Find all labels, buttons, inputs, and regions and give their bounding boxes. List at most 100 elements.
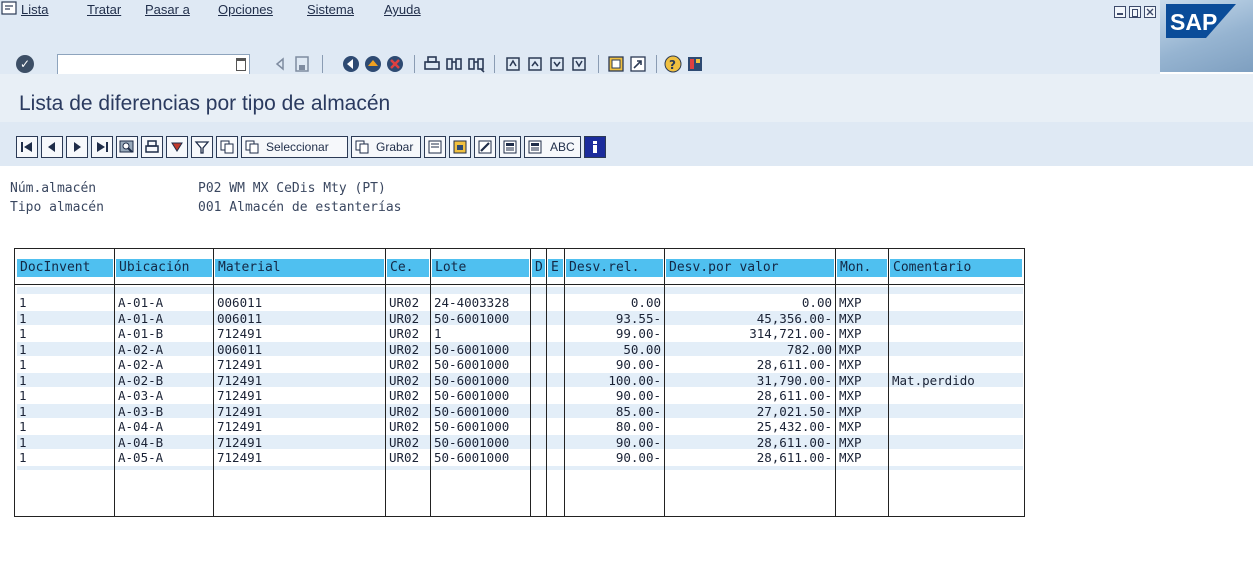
column-divider	[530, 249, 531, 516]
find-next-icon[interactable]	[467, 55, 485, 73]
row-spacer	[17, 465, 1023, 470]
close-icon[interactable]	[1144, 6, 1156, 18]
col-material-cell: 712491	[217, 419, 263, 434]
col-desv-rel-header[interactable]: Desv.rel.	[566, 259, 663, 277]
col-centro-header[interactable]: Ce.	[387, 259, 429, 277]
toolbar-separator	[494, 55, 495, 73]
col-centro-cell: UR02	[389, 403, 420, 419]
col-docinvent-cell[interactable]: 1	[19, 327, 111, 341]
last-page-button[interactable]	[91, 136, 113, 158]
filter-button[interactable]	[191, 136, 213, 158]
details-button[interactable]	[116, 136, 138, 158]
previous-page-icon[interactable]	[526, 55, 544, 73]
col-comentario-cell	[892, 312, 1020, 326]
menu-bar: Lista Tratar Pasar a Opciones Sistema Ay…	[0, 0, 1253, 20]
menu-item-ayuda[interactable]: Ayuda	[384, 2, 421, 17]
menu-icon[interactable]	[1, 1, 17, 15]
col-desv-rel-cell: 90.00-	[615, 357, 661, 372]
col-docinvent-cell[interactable]: 1	[19, 296, 111, 310]
menu-item-lista[interactable]: Lista	[21, 2, 48, 17]
col-comentario-header[interactable]: Comentario	[890, 259, 1022, 277]
col-comentario-cell	[892, 358, 1020, 372]
col-comentario-cell	[892, 296, 1020, 310]
back-icon[interactable]	[342, 55, 360, 73]
col-docinvent-header[interactable]: DocInvent	[17, 259, 113, 277]
col-d-cell	[534, 374, 543, 388]
col-centro-cell: UR02	[389, 357, 420, 372]
col-docinvent-cell[interactable]: 1	[19, 358, 111, 372]
information-button[interactable]	[584, 136, 606, 158]
col-d-cell	[534, 405, 543, 419]
export-button[interactable]	[424, 136, 446, 158]
col-docinvent-cell[interactable]: 1	[19, 389, 111, 403]
col-moneda-header[interactable]: Mon.	[837, 259, 887, 277]
enter-button[interactable]: ✓	[16, 55, 34, 73]
help-icon[interactable]: ?	[664, 55, 682, 73]
command-history-icon[interactable]	[236, 58, 246, 71]
col-docinvent-cell[interactable]: 1	[19, 435, 111, 450]
col-ubicacion-header[interactable]: Ubicación	[116, 259, 212, 277]
sort-ascending-button[interactable]	[166, 136, 188, 158]
column-divider	[430, 249, 431, 516]
col-comentario-cell	[892, 389, 1020, 403]
restore-icon[interactable]	[1129, 6, 1141, 18]
col-comentario-cell	[892, 343, 1020, 357]
col-desv-por-valor-cell: 782.00	[786, 341, 832, 357]
menu-item-sistema[interactable]: Sistema	[307, 2, 354, 17]
abc-analysis-button[interactable]: ABC	[524, 136, 581, 158]
col-d-header[interactable]: D	[532, 259, 545, 277]
grabar-button[interactable]: Grabar	[351, 136, 421, 158]
cancel-icon[interactable]	[386, 55, 404, 73]
col-docinvent-cell[interactable]: 1	[19, 373, 111, 388]
col-d-cell	[534, 327, 543, 341]
command-field[interactable]	[57, 54, 250, 76]
find-icon[interactable]	[445, 55, 463, 73]
col-centro-cell: UR02	[389, 419, 420, 434]
col-e-header[interactable]: E	[548, 259, 563, 277]
col-desv-por-valor-header[interactable]: Desv.por valor	[666, 259, 834, 277]
select-icon	[245, 140, 259, 154]
last-page-icon[interactable]	[570, 55, 588, 73]
minimize-icon[interactable]	[1114, 6, 1126, 18]
sap-logo: SAP	[1166, 4, 1236, 38]
change-layout-button[interactable]	[474, 136, 496, 158]
toolbar-separator	[656, 55, 657, 73]
previous-page-button[interactable]	[41, 136, 63, 158]
col-docinvent-cell[interactable]: 1	[19, 311, 111, 326]
col-lote-cell: 1	[434, 326, 442, 341]
col-docinvent-cell[interactable]: 1	[19, 420, 111, 434]
total-button[interactable]	[216, 136, 238, 158]
col-desv-rel-cell: 90.00-	[615, 388, 661, 403]
shortcut-icon[interactable]	[629, 55, 647, 73]
menu-item-pasar-a[interactable]: Pasar a	[145, 2, 190, 17]
create-session-icon[interactable]	[607, 55, 625, 73]
col-moneda-cell: MXP	[839, 341, 862, 357]
save-icon[interactable]	[293, 55, 311, 73]
grid-button[interactable]	[499, 136, 521, 158]
col-centro-cell: UR02	[389, 341, 420, 357]
next-page-button[interactable]	[66, 136, 88, 158]
print-icon[interactable]	[423, 55, 441, 73]
exit-icon[interactable]	[364, 55, 382, 73]
first-page-icon[interactable]	[504, 55, 522, 73]
col-material-header[interactable]: Material	[215, 259, 384, 277]
print-button[interactable]	[141, 136, 163, 158]
warehouse-value: P02 WM MX CeDis Mty (PT)	[198, 181, 386, 196]
col-desv-por-valor-cell: 28,611.00-	[756, 450, 832, 465]
col-lote-cell: 50-6001000	[434, 403, 510, 419]
col-desv-por-valor-cell: 27,021.50-	[756, 403, 832, 419]
col-docinvent-cell[interactable]: 1	[19, 404, 111, 419]
first-page-button[interactable]	[16, 136, 38, 158]
toolbar-separator	[414, 55, 415, 73]
col-lote-header[interactable]: Lote	[432, 259, 529, 277]
menu-item-opciones[interactable]: Opciones	[218, 2, 273, 17]
seleccionar-button[interactable]: Seleccionar	[241, 136, 348, 158]
next-page-icon[interactable]	[548, 55, 566, 73]
col-docinvent-cell[interactable]: 1	[19, 342, 111, 357]
layout-menu-icon[interactable]	[686, 55, 704, 73]
layout-button[interactable]	[449, 136, 471, 158]
warehouse-label: Núm.almacén	[10, 181, 97, 196]
menu-item-tratar[interactable]: Tratar	[87, 2, 121, 17]
back-arrow-icon[interactable]	[272, 55, 290, 73]
col-docinvent-cell[interactable]: 1	[19, 451, 111, 465]
